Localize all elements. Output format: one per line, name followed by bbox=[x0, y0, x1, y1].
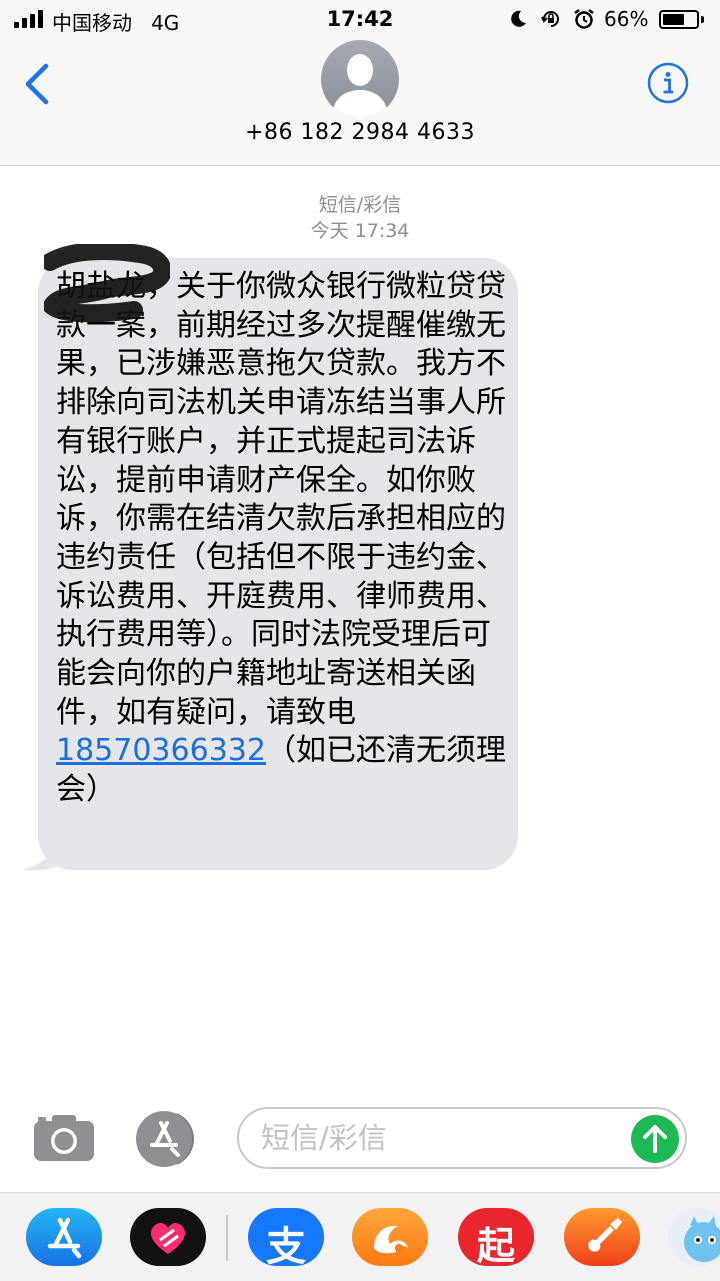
qidian-glyph: 起 bbox=[476, 1224, 515, 1266]
message-text[interactable]: 胡盐龙，关于你微众银行微粒贷贷款一案，前期经过多次提醒催缴无果，已涉嫌恶意拖欠贷… bbox=[56, 268, 508, 810]
phone-link[interactable]: 18570366332 bbox=[56, 733, 266, 768]
battery-icon bbox=[659, 10, 699, 29]
arrow-up-icon bbox=[643, 1125, 667, 1153]
battery-percent: 66% bbox=[604, 7, 649, 31]
message-type-label: 短信/彩信 bbox=[318, 194, 402, 216]
app-store-icon[interactable] bbox=[26, 1208, 102, 1266]
qidian-icon[interactable]: 起 bbox=[458, 1208, 534, 1266]
message-composer[interactable] bbox=[237, 1107, 687, 1169]
conversation-header: +86 182 2984 4633 bbox=[0, 40, 720, 166]
monster-app-icon[interactable] bbox=[668, 1208, 720, 1266]
heart-app-icon[interactable] bbox=[130, 1208, 206, 1266]
drawer-separator bbox=[226, 1215, 228, 1261]
camera-icon[interactable] bbox=[32, 1113, 96, 1163]
info-icon[interactable] bbox=[647, 62, 689, 104]
redaction-scribble bbox=[44, 244, 170, 323]
alarm-icon bbox=[574, 9, 594, 29]
chevron-left-icon[interactable] bbox=[20, 60, 54, 108]
app-store-button-icon[interactable] bbox=[134, 1111, 204, 1167]
contact-avatar[interactable] bbox=[321, 40, 399, 118]
moon-icon bbox=[511, 10, 526, 27]
status-bar: 中国移动 4G 17:42 66% bbox=[0, 0, 720, 40]
uc-browser-icon[interactable] bbox=[352, 1208, 428, 1266]
contact-number[interactable]: +86 182 2984 4633 bbox=[0, 120, 720, 145]
person-silhouette-icon bbox=[331, 54, 389, 118]
message-timestamp: 今天 17:34 bbox=[310, 220, 410, 242]
rotation-lock-icon bbox=[541, 11, 559, 27]
message-body-start: ，关于你微众银行微粒贷贷款一案，前期经过多次提醒催缴无果，已涉嫌恶意拖欠贷款。我… bbox=[56, 269, 506, 730]
alipay-icon[interactable]: 支 bbox=[248, 1208, 324, 1266]
message-input[interactable] bbox=[261, 1119, 621, 1157]
imessage-app-drawer: 支 起 bbox=[0, 1192, 720, 1281]
battery-fill bbox=[663, 14, 684, 25]
send-button[interactable] bbox=[631, 1115, 679, 1163]
garageband-icon[interactable] bbox=[564, 1208, 640, 1266]
alipay-glyph: 支 bbox=[266, 1224, 306, 1266]
battery-nub bbox=[701, 16, 704, 23]
